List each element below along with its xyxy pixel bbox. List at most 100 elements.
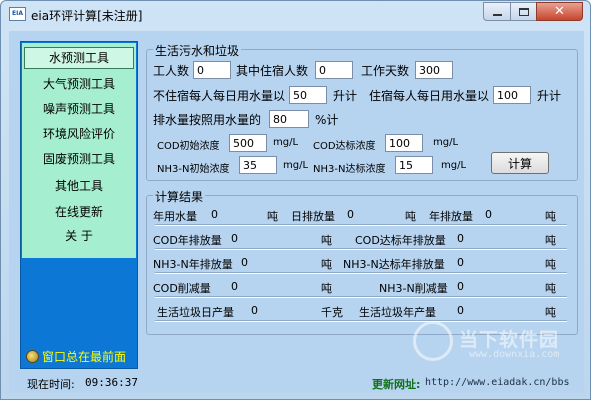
cod-standard-input[interactable] xyxy=(385,134,423,152)
cod-initial-label: COD初始浓度 xyxy=(157,141,220,152)
result-divider xyxy=(155,224,567,226)
nh3-initial-input[interactable] xyxy=(239,156,277,174)
garbage-daily-value: 0 xyxy=(251,304,258,317)
garbage-daily-unit: 千克 xyxy=(321,306,343,319)
workers-label: 工人数 xyxy=(153,64,190,78)
close-button[interactable]: ✕ xyxy=(536,2,583,21)
update-url-label: 更新网址: xyxy=(372,378,421,391)
cod-std-annual-label: COD达标年排放量 xyxy=(355,234,446,247)
calculate-button[interactable]: 计算 xyxy=(491,152,549,174)
cod-reduction-value: 0 xyxy=(231,280,238,293)
sidebar: 水预测工具 大气预测工具 噪声预测工具 环境风险评价 固废预测工具 其他工具 在… xyxy=(20,41,138,369)
maximize-icon xyxy=(518,7,529,16)
cod-std-annual-unit: 吨 xyxy=(545,234,556,247)
sidebar-item-solid-waste[interactable]: 固废预测工具 xyxy=(24,148,134,170)
app-icon: EIA xyxy=(9,7,26,21)
always-on-top-toggle[interactable]: 窗口总在最前面 xyxy=(26,347,126,365)
sidebar-item-update[interactable]: 在线更新 xyxy=(24,201,134,223)
result-divider xyxy=(155,296,567,298)
cod-annual-value: 0 xyxy=(231,232,238,245)
nonresident-water-label: 不住宿每人每日用水量以 xyxy=(153,89,286,103)
result-divider xyxy=(155,248,567,250)
garbage-annual-value: 0 xyxy=(457,304,464,317)
sidebar-item-risk[interactable]: 环境风险评价 xyxy=(24,123,134,145)
nh3-standard-unit: mg/L xyxy=(441,160,467,171)
current-time-value: 09:36:37 xyxy=(85,376,138,389)
input-group-title: 生活污水和垃圾 xyxy=(153,42,242,59)
pin-icon xyxy=(26,349,39,363)
nh3-std-annual-unit: 吨 xyxy=(545,258,556,271)
tool-menu: 水预测工具 大气预测工具 噪声预测工具 环境风险评价 固废预测工具 其他工具 在… xyxy=(22,43,136,258)
workdays-label: 工作天数 xyxy=(361,64,410,78)
nh3-reduction-label: NH3-N削减量 xyxy=(379,282,448,295)
results-group: 计算结果 年用水量 0 吨 日排放量 0 吨 年排放量 0 吨 COD年排放量 … xyxy=(146,188,578,335)
minimize-button[interactable] xyxy=(483,2,511,21)
nh3-initial-unit: mg/L xyxy=(283,160,309,171)
daily-discharge-value: 0 xyxy=(347,208,354,221)
close-icon: ✕ xyxy=(554,4,565,19)
annual-discharge-value: 0 xyxy=(485,208,492,221)
always-on-top-label: 窗口总在最前面 xyxy=(42,349,127,364)
daily-discharge-unit: 吨 xyxy=(405,210,416,223)
garbage-daily-label: 生活垃圾日产量 xyxy=(157,306,234,319)
daily-discharge-label: 日排放量 xyxy=(291,210,335,223)
cod-standard-label: COD达标浓度 xyxy=(313,141,376,152)
nh3-annual-unit: 吨 xyxy=(321,258,332,271)
sidebar-item-about[interactable]: 关 于 xyxy=(24,225,134,247)
watermark-logo xyxy=(413,321,453,361)
app-window: EIA eia环评计算[未注册] ✕ 水预测工具 大气预测工具 噪声预测工具 环… xyxy=(0,0,591,400)
nh3-reduction-value: 0 xyxy=(457,280,464,293)
watermark-text: 当下软件园 xyxy=(459,329,560,351)
annual-water-unit: 吨 xyxy=(267,210,278,223)
nonresident-water-unit: 升计 xyxy=(333,89,358,103)
cod-annual-label: COD年排放量 xyxy=(153,234,222,247)
workers-input[interactable] xyxy=(193,61,231,79)
results-group-title: 计算结果 xyxy=(153,188,206,205)
watermark: 当下软件园 www.downxia.com xyxy=(413,321,583,367)
nh3-std-annual-value: 0 xyxy=(457,256,464,269)
nonresident-water-input[interactable] xyxy=(289,86,327,104)
window-title: eia环评计算[未注册] xyxy=(31,9,143,23)
sidebar-item-air[interactable]: 大气预测工具 xyxy=(24,73,134,95)
garbage-annual-label: 生活垃圾年产量 xyxy=(359,306,436,319)
title-bar[interactable]: EIA eia环评计算[未注册] ✕ xyxy=(1,1,590,29)
maximize-button[interactable] xyxy=(510,2,537,21)
cod-standard-unit: mg/L xyxy=(433,137,459,148)
garbage-annual-unit: 吨 xyxy=(545,306,556,319)
residents-input[interactable] xyxy=(315,61,353,79)
cod-annual-unit: 吨 xyxy=(321,234,332,247)
cod-reduction-label: COD削减量 xyxy=(153,282,211,295)
resident-water-label: 住宿每人每日用水量以 xyxy=(369,89,490,103)
watermark-domain: www.downxia.com xyxy=(469,349,560,360)
input-group: 生活污水和垃圾 工人数 其中住宿人数 工作天数 不住宿每人每日用水量以 升计 住… xyxy=(146,42,578,181)
nh3-annual-label: NH3-N年排放量 xyxy=(153,258,233,271)
result-divider xyxy=(155,272,567,274)
annual-water-value: 0 xyxy=(211,208,218,221)
cod-std-annual-value: 0 xyxy=(457,232,464,245)
workdays-input[interactable] xyxy=(415,61,453,79)
sidebar-item-noise[interactable]: 噪声预测工具 xyxy=(24,98,134,120)
residents-label: 其中住宿人数 xyxy=(236,64,309,78)
nh3-initial-label: NH3-N初始浓度 xyxy=(157,164,230,175)
annual-discharge-unit: 吨 xyxy=(545,210,556,223)
cod-initial-input[interactable] xyxy=(229,134,267,152)
status-bar: 现在时间: 09:36:37 更新网址: http://www.eiadak.c… xyxy=(27,376,587,392)
resident-water-unit: 升计 xyxy=(537,89,562,103)
current-time-label: 现在时间: xyxy=(27,378,75,391)
annual-discharge-label: 年排放量 xyxy=(429,210,473,223)
update-url-link[interactable]: http://www.eiadak.cn/bbs xyxy=(425,377,570,388)
cod-reduction-unit: 吨 xyxy=(321,282,332,295)
sidebar-item-water[interactable]: 水预测工具 xyxy=(24,47,134,69)
discharge-ratio-unit: %计 xyxy=(315,113,339,127)
discharge-ratio-label: 排水量按照用水量的 xyxy=(153,113,262,127)
nh3-std-annual-label: NH3-N达标年排放量 xyxy=(343,258,445,271)
nh3-standard-input[interactable] xyxy=(395,156,433,174)
cod-initial-unit: mg/L xyxy=(273,137,299,148)
nh3-annual-value: 0 xyxy=(241,256,248,269)
nh3-reduction-unit: 吨 xyxy=(545,282,556,295)
discharge-ratio-input[interactable] xyxy=(269,110,309,128)
annual-water-label: 年用水量 xyxy=(153,210,197,223)
minimize-icon xyxy=(492,13,502,16)
sidebar-item-other[interactable]: 其他工具 xyxy=(24,175,134,197)
resident-water-input[interactable] xyxy=(493,86,531,104)
